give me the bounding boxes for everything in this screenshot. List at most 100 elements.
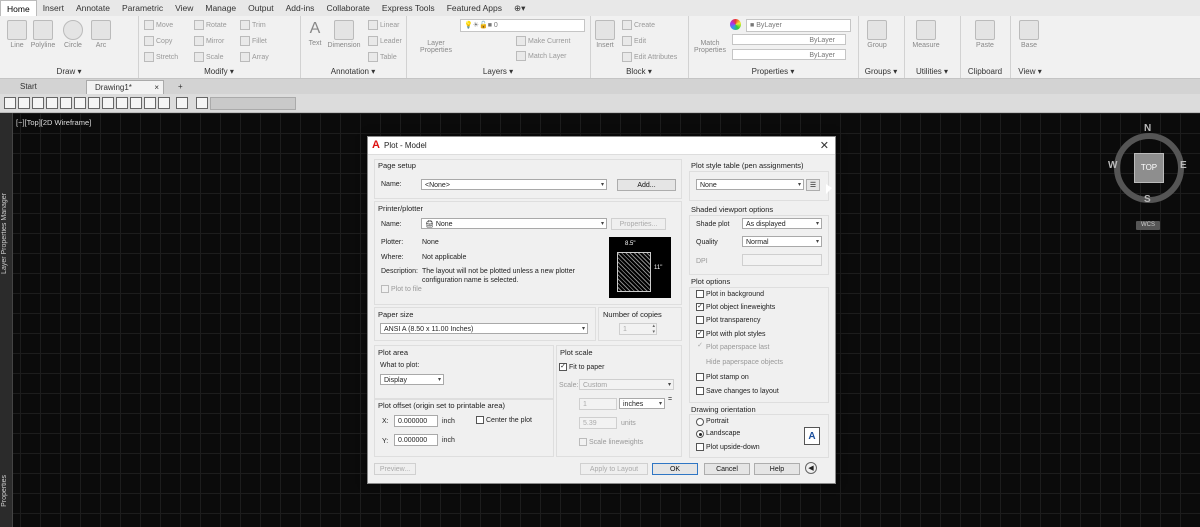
tab-output[interactable]: Output bbox=[242, 0, 280, 16]
save-changes-checkbox[interactable] bbox=[696, 387, 704, 395]
scale-unit-select[interactable]: inches ▾ bbox=[619, 398, 665, 409]
center-plot-checkbox[interactable] bbox=[476, 416, 484, 424]
view-icon-11[interactable] bbox=[144, 97, 156, 109]
paper-size-select[interactable]: ANSI A (8.50 x 11.00 Inches) ▾ bbox=[380, 323, 588, 334]
plot-paperspace-last-checkbox[interactable]: ✓ bbox=[696, 342, 704, 351]
compass-west[interactable]: W bbox=[1108, 160, 1117, 171]
array-tool[interactable]: Array bbox=[240, 52, 269, 62]
tab-collaborate[interactable]: Collaborate bbox=[320, 0, 375, 16]
view-dropdown[interactable] bbox=[210, 97, 296, 110]
tab-start[interactable]: Start bbox=[12, 80, 45, 94]
new-tab-icon[interactable]: + bbox=[170, 80, 191, 94]
view-icon-4[interactable] bbox=[46, 97, 58, 109]
x-offset-input[interactable]: 0.000000 bbox=[394, 415, 438, 427]
viewport-label[interactable]: [−][Top][2D Wireframe] bbox=[16, 118, 91, 127]
printer-name-select[interactable]: 🖨 None ▾ bbox=[421, 218, 607, 229]
measure-tool[interactable]: Measure bbox=[906, 20, 946, 49]
view-icon-14[interactable] bbox=[196, 97, 208, 109]
panel-title-block[interactable]: Block ▾ bbox=[590, 67, 688, 76]
view-icon-6[interactable] bbox=[74, 97, 86, 109]
apply-to-layout-button[interactable]: Apply to Layout bbox=[580, 463, 648, 475]
plot-in-background-checkbox[interactable] bbox=[696, 290, 704, 298]
panel-title-groups[interactable]: Groups ▾ bbox=[858, 67, 904, 76]
viewcube-top-face[interactable]: TOP bbox=[1134, 153, 1164, 183]
view-icon-1[interactable] bbox=[4, 97, 16, 109]
view-icon-12[interactable] bbox=[158, 97, 170, 109]
compass-north[interactable]: N bbox=[1144, 123, 1151, 134]
panel-title-utilities[interactable]: Utilities ▾ bbox=[904, 67, 960, 76]
tab-express-tools[interactable]: Express Tools bbox=[376, 0, 441, 16]
view-icon-7[interactable] bbox=[88, 97, 100, 109]
copies-input[interactable]: 1 ▴ ▾ bbox=[619, 323, 657, 335]
shade-plot-select[interactable]: As displayed ▾ bbox=[742, 218, 822, 229]
page-setup-name-select[interactable]: <None> ▾ bbox=[421, 179, 607, 190]
help-button[interactable]: Help bbox=[754, 463, 800, 475]
panel-title-modify[interactable]: Modify ▾ bbox=[138, 67, 300, 76]
portrait-radio[interactable] bbox=[696, 418, 704, 426]
polyline-tool[interactable]: Polyline bbox=[28, 20, 58, 49]
scale-tool[interactable]: Scale bbox=[194, 52, 224, 62]
scale-lineweights-checkbox[interactable] bbox=[579, 438, 587, 446]
layer-properties-tool[interactable]: Layer Properties bbox=[418, 40, 454, 54]
add-page-setup-button[interactable]: Add... bbox=[617, 179, 676, 191]
cancel-button[interactable]: Cancel bbox=[704, 463, 750, 475]
tab-parametric[interactable]: Parametric bbox=[116, 0, 169, 16]
tab-annotate[interactable]: Annotate bbox=[70, 0, 116, 16]
stepper-icon[interactable]: ▴ ▾ bbox=[652, 323, 655, 335]
plot-upside-down-checkbox[interactable] bbox=[696, 443, 704, 451]
trim-tool[interactable]: Trim bbox=[240, 20, 266, 30]
stretch-tool[interactable]: Stretch bbox=[144, 52, 178, 62]
plot-style-select[interactable]: None ▾ bbox=[696, 179, 804, 190]
view-icon-3[interactable] bbox=[32, 97, 44, 109]
view-icon-5[interactable] bbox=[60, 97, 72, 109]
linear-tool[interactable]: Linear bbox=[368, 20, 399, 30]
view-icon-2[interactable] bbox=[18, 97, 30, 109]
tab-featured-apps[interactable]: Featured Apps bbox=[441, 0, 508, 16]
rotate-tool[interactable]: Rotate bbox=[194, 20, 227, 30]
scale-value2-input[interactable]: 5.39 bbox=[579, 417, 617, 429]
quality-select[interactable]: Normal ▾ bbox=[742, 236, 822, 247]
viewcube[interactable]: TOP N S E W WCS bbox=[1104, 123, 1194, 233]
view-icon-8[interactable] bbox=[102, 97, 114, 109]
view-icon-13[interactable] bbox=[176, 97, 188, 109]
base-tool[interactable]: Base bbox=[1014, 20, 1044, 49]
plot-transparency-checkbox[interactable] bbox=[696, 316, 704, 324]
plot-to-file-checkbox[interactable] bbox=[381, 285, 389, 293]
plot-object-lineweights-checkbox[interactable]: ✓ bbox=[696, 303, 704, 311]
landscape-radio[interactable] bbox=[696, 430, 704, 438]
properties-palette-tab[interactable]: Properties bbox=[1, 475, 8, 507]
printer-properties-button[interactable]: Properties... bbox=[611, 218, 666, 230]
scale-value1-input[interactable]: 1 bbox=[579, 398, 617, 410]
copy-tool[interactable]: Copy bbox=[144, 36, 172, 46]
hide-paperspace-objects-checkbox[interactable] bbox=[696, 358, 704, 366]
edit-attributes-tool[interactable]: Edit Attributes bbox=[622, 52, 677, 62]
tab-manage[interactable]: Manage bbox=[199, 0, 242, 16]
plot-with-plot-styles-checkbox[interactable]: ✓ bbox=[696, 330, 704, 338]
ok-button[interactable]: OK bbox=[652, 463, 698, 475]
dimension-tool[interactable]: Dimension bbox=[326, 20, 362, 49]
tab-home[interactable]: Home bbox=[0, 0, 37, 17]
move-tool[interactable]: Move bbox=[144, 20, 173, 30]
ribbon-options-icon[interactable]: ⊕▾ bbox=[508, 0, 531, 16]
group-tool[interactable]: Group bbox=[862, 20, 892, 49]
panel-title-view[interactable]: View ▾ bbox=[1010, 67, 1050, 76]
close-tab-icon[interactable]: × bbox=[154, 81, 159, 95]
preview-button[interactable]: Preview... bbox=[374, 463, 416, 475]
leader-tool[interactable]: Leader bbox=[368, 36, 402, 46]
wcs-dropdown[interactable]: WCS bbox=[1136, 221, 1160, 230]
match-properties-tool[interactable]: Match Properties bbox=[690, 40, 730, 54]
tab-insert[interactable]: Insert bbox=[37, 0, 70, 16]
view-icon-9[interactable] bbox=[116, 97, 128, 109]
arc-tool[interactable]: Arc bbox=[86, 20, 116, 49]
make-current-tool[interactable]: Make Current bbox=[516, 36, 570, 46]
mirror-tool[interactable]: Mirror bbox=[194, 36, 224, 46]
color-dropdown[interactable]: ■ ByLayer bbox=[746, 19, 851, 32]
scale-select[interactable]: Custom ▾ bbox=[579, 379, 674, 390]
dialog-title-bar[interactable]: A Plot - Model ✕ bbox=[368, 137, 835, 155]
layer-properties-manager-tab[interactable]: Layer Properties Manager bbox=[1, 193, 8, 274]
edit-plot-style-icon[interactable]: ☰ bbox=[806, 179, 820, 191]
tab-add-ins[interactable]: Add-ins bbox=[280, 0, 321, 16]
close-icon[interactable]: ✕ bbox=[820, 139, 829, 152]
panel-title-draw[interactable]: Draw ▾ bbox=[0, 67, 138, 76]
match-layer-tool[interactable]: Match Layer bbox=[516, 51, 567, 61]
